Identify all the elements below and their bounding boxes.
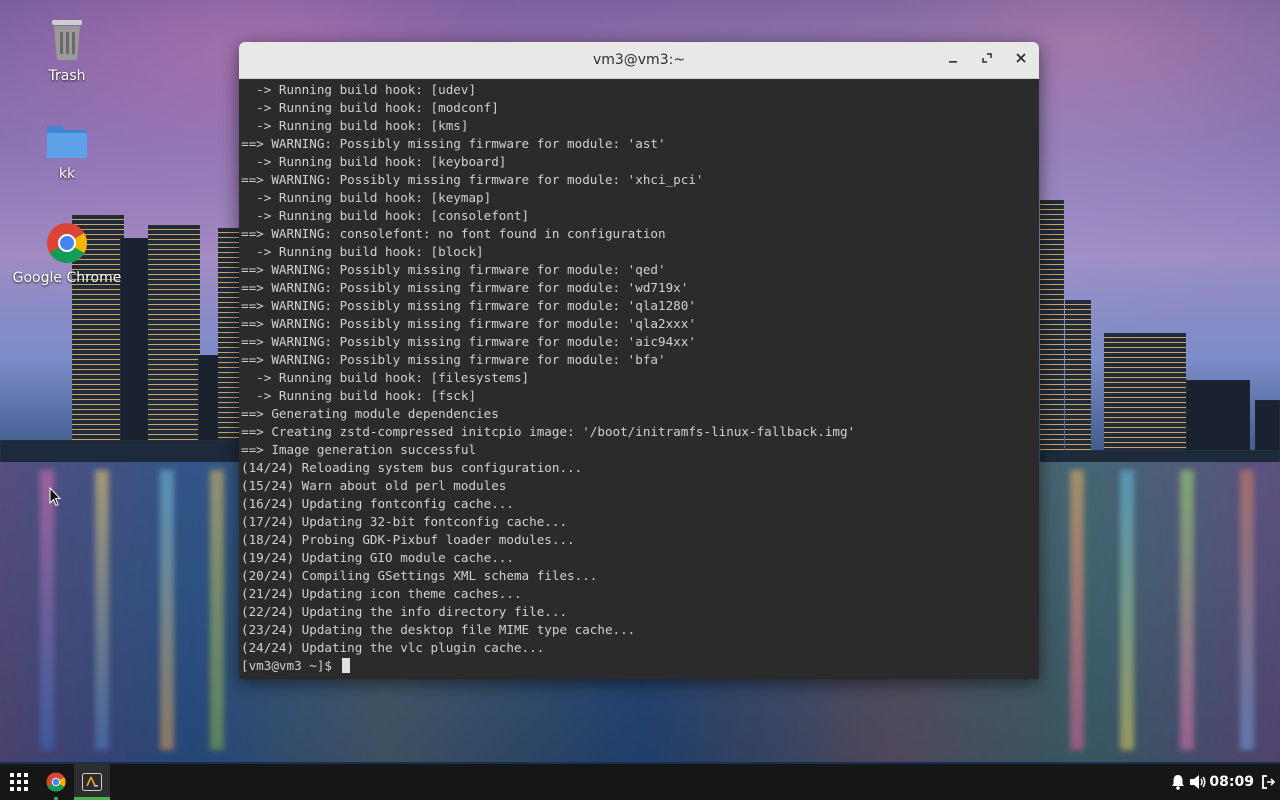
terminal-line: ==> Creating zstd-compressed initcpio im… xyxy=(241,424,856,439)
minimize-button[interactable] xyxy=(942,49,964,71)
desktop-icon-google-chrome[interactable]: Google Chrome xyxy=(12,222,122,286)
terminal-line: (21/24) Updating icon theme caches... xyxy=(241,586,522,601)
taskbar-clock[interactable]: 08:09 xyxy=(1209,764,1254,800)
bell-icon xyxy=(1172,775,1184,790)
trash-icon xyxy=(52,20,82,60)
terminal-line: ==> Image generation successful xyxy=(241,442,477,457)
chrome-icon xyxy=(47,223,87,263)
terminal-line: (18/24) Probing GDK-Pixbuf loader module… xyxy=(241,532,575,547)
text-cursor xyxy=(341,658,350,673)
taskbar: 08:09 xyxy=(0,764,1280,800)
maximize-button[interactable] xyxy=(976,49,998,71)
mouse-pointer-icon xyxy=(49,487,61,507)
volume-icon xyxy=(1190,775,1206,789)
app-grid-button[interactable] xyxy=(4,764,34,800)
terminal-line: ==> WARNING: Possibly missing firmware f… xyxy=(241,262,666,277)
desktop-icon-kk-folder[interactable]: kk xyxy=(12,120,122,182)
window-titlebar[interactable]: vm3@vm3:~ xyxy=(239,42,1039,79)
logout-icon xyxy=(1262,775,1275,789)
terminal-line: -> Running build hook: [keyboard] xyxy=(241,154,507,169)
terminal-line: -> Running build hook: [filesystems] xyxy=(241,370,530,385)
terminal-icon xyxy=(82,773,102,791)
terminal-output: -> Running build hook: [udev] -> Running… xyxy=(239,79,1039,675)
desktop-icon-label: kk xyxy=(58,166,76,182)
minimize-icon xyxy=(949,61,957,63)
terminal-line: ==> WARNING: Possibly missing firmware f… xyxy=(241,334,696,349)
app-grid-icon xyxy=(10,773,28,791)
close-icon xyxy=(1016,53,1026,63)
terminal-line: -> Running build hook: [modconf] xyxy=(241,100,499,115)
volume-button[interactable] xyxy=(1188,764,1208,800)
terminal-line: (22/24) Updating the info directory file… xyxy=(241,604,568,619)
window-title: vm3@vm3:~ xyxy=(592,52,686,68)
terminal-line: -> Running build hook: [consolefont] xyxy=(241,208,530,223)
terminal-line: (14/24) Reloading system bus configurati… xyxy=(241,460,583,475)
terminal-line: ==> WARNING: Possibly missing firmware f… xyxy=(241,352,666,367)
notifications-button[interactable] xyxy=(1168,764,1188,800)
terminal-line: ==> WARNING: Possibly missing firmware f… xyxy=(241,280,689,295)
terminal-line: -> Running build hook: [kms] xyxy=(241,118,469,133)
folder-icon xyxy=(47,126,87,158)
taskbar-terminal-button[interactable] xyxy=(74,764,110,800)
terminal-line: ==> WARNING: consolefont: no font found … xyxy=(241,226,666,241)
terminal-line: ==> WARNING: Possibly missing firmware f… xyxy=(241,298,696,313)
logout-button[interactable] xyxy=(1260,764,1276,800)
terminal-line: ==> Generating module dependencies xyxy=(241,406,499,421)
close-button[interactable] xyxy=(1010,49,1032,71)
terminal-line: (23/24) Updating the desktop file MIME t… xyxy=(241,622,636,637)
terminal-line: -> Running build hook: [block] xyxy=(241,244,484,259)
terminal-line: ==> WARNING: Possibly missing firmware f… xyxy=(241,172,704,187)
terminal-line: (19/24) Updating GIO module cache... xyxy=(241,550,514,565)
terminal-prompt-line[interactable]: [vm3@vm3 ~]$ xyxy=(241,657,1039,675)
terminal-line: ==> WARNING: Possibly missing firmware f… xyxy=(241,316,696,331)
chrome-icon xyxy=(46,772,66,792)
terminal-line: (24/24) Updating the vlc plugin cache... xyxy=(241,640,545,655)
terminal-line: (15/24) Warn about old perl modules xyxy=(241,478,507,493)
terminal-line: -> Running build hook: [udev] xyxy=(241,82,477,97)
terminal-line: ==> WARNING: Possibly missing firmware f… xyxy=(241,136,666,151)
desktop-icon-trash[interactable]: Trash xyxy=(12,16,122,84)
shell-prompt: [vm3@vm3 ~]$ xyxy=(241,658,340,673)
terminal-line: (17/24) Updating 32-bit fontconfig cache… xyxy=(241,514,568,529)
terminal-line: -> Running build hook: [keymap] xyxy=(241,190,492,205)
terminal-line: (20/24) Compiling GSettings XML schema f… xyxy=(241,568,598,583)
maximize-icon xyxy=(982,53,992,63)
taskbar-chrome-button[interactable] xyxy=(42,764,70,800)
terminal-window[interactable]: vm3@vm3:~ -> Running build hook: [udev] … xyxy=(239,42,1039,679)
desktop-icon-label: Trash xyxy=(48,68,86,84)
desktop-icon-label: Google Chrome xyxy=(12,270,122,286)
terminal-line: -> Running build hook: [fsck] xyxy=(241,388,477,403)
terminal-output-area[interactable]: -> Running build hook: [udev] -> Running… xyxy=(239,79,1039,679)
terminal-line: (16/24) Updating fontconfig cache... xyxy=(241,496,514,511)
